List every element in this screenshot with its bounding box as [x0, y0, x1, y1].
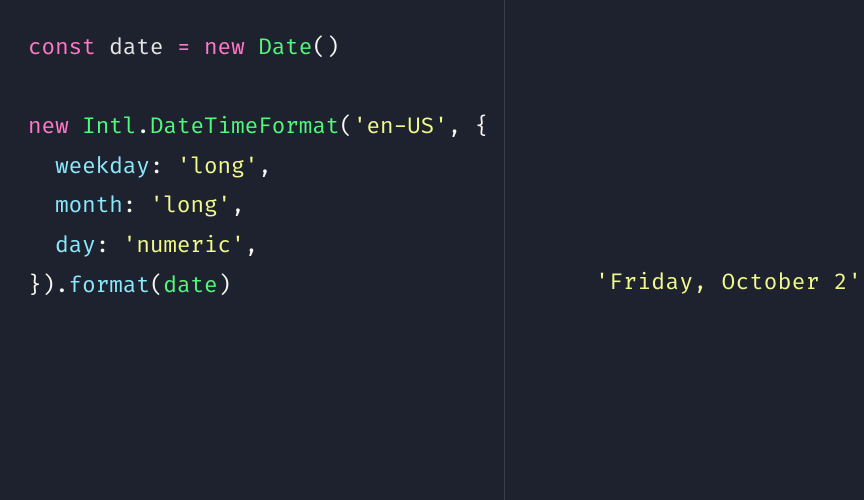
parens: ()	[312, 34, 339, 61]
indent	[28, 232, 55, 259]
property-weekday: weekday	[55, 153, 150, 180]
space	[245, 34, 259, 61]
keyword-const: const	[28, 34, 96, 61]
code-line-5: month: 'long',	[28, 186, 504, 226]
class-date: Date	[258, 34, 312, 61]
colon: :	[123, 192, 150, 219]
code-line-6: day: 'numeric',	[28, 226, 504, 266]
class-datetimeformat: DateTimeFormat	[150, 113, 340, 140]
string-long: 'long'	[150, 192, 231, 219]
paren-close: )	[218, 272, 232, 299]
code-line-1: const date = new Date()	[28, 28, 504, 68]
space	[69, 113, 83, 140]
code-pane: const date = new Date() new Intl.DateTim…	[0, 0, 505, 500]
code-line-4: weekday: 'long',	[28, 147, 504, 187]
paren-open: (	[339, 113, 353, 140]
output-value: 'Friday, October 2'	[595, 263, 862, 303]
indent	[28, 192, 55, 219]
code-line-blank	[28, 68, 504, 108]
string-numeric: 'numeric'	[123, 232, 245, 259]
output-pane: 'Friday, October 2'	[505, 0, 864, 500]
code-line-7: }).format(date)	[28, 266, 504, 306]
class-intl: Intl	[82, 113, 136, 140]
comma-brace: , {	[448, 113, 489, 140]
keyword-new: new	[28, 113, 69, 140]
paren-open: (	[150, 272, 164, 299]
comma: ,	[258, 153, 272, 180]
property-month: month	[55, 192, 123, 219]
method-format: format	[69, 272, 150, 299]
colon: :	[96, 232, 123, 259]
keyword-new: new	[204, 34, 245, 61]
colon: :	[150, 153, 177, 180]
comma: ,	[231, 192, 245, 219]
comma: ,	[245, 232, 259, 259]
code-line-3: new Intl.DateTimeFormat('en-US', {	[28, 107, 504, 147]
property-day: day	[55, 232, 96, 259]
operator-assign: =	[177, 34, 204, 61]
string-long: 'long'	[177, 153, 258, 180]
variable-date: date	[96, 34, 177, 61]
dot: .	[136, 113, 150, 140]
indent	[28, 153, 55, 180]
string-locale: 'en-US'	[353, 113, 448, 140]
close-brace-paren-dot: }).	[28, 272, 69, 299]
arg-date: date	[163, 272, 217, 299]
